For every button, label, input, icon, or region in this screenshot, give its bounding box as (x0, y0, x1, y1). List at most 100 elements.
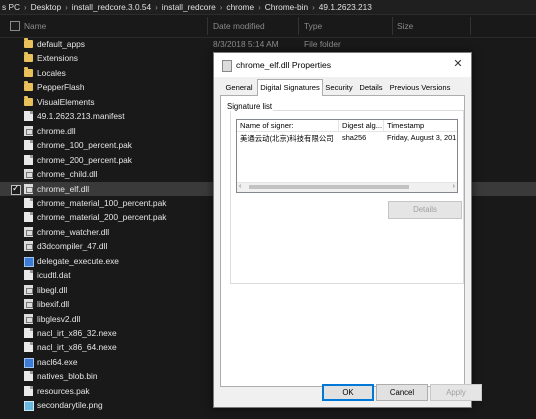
file-name: secondarytile.png (37, 400, 103, 411)
file-name: 49.1.2623.213.manifest (37, 111, 125, 122)
properties-dialog: chrome_elf.dll Properties ✕ General Digi… (213, 52, 482, 408)
file-name: VisualElements (37, 96, 95, 107)
select-all-checkbox[interactable] (10, 21, 20, 31)
breadcrumb-item[interactable]: chrome (224, 2, 256, 12)
file-type: File folder (304, 39, 341, 49)
file-name: libexif.dll (37, 299, 70, 310)
details-button[interactable]: Details (388, 201, 462, 219)
tab-security[interactable]: Security (322, 81, 356, 94)
file-name: default_apps (37, 39, 85, 49)
breadcrumb-item[interactable]: s PC (0, 2, 22, 12)
file-name: libegl.dll (37, 284, 68, 295)
dll-icon (24, 284, 33, 295)
scroll-right-icon[interactable]: › (453, 183, 455, 190)
dialog-title: chrome_elf.dll Properties (236, 60, 332, 70)
breadcrumb-item[interactable]: Desktop (29, 2, 63, 12)
column-timestamp[interactable]: Timestamp (387, 121, 424, 130)
signature-row[interactable]: 美通云动(北京)科技有限公司 sha256 Friday, August 3, … (238, 132, 457, 143)
cancel-button[interactable]: Cancel (376, 384, 428, 401)
file-name: nacl64.exe (37, 356, 78, 367)
dll-file-icon (222, 60, 232, 72)
column-name-of-signer[interactable]: Name of signer: (240, 121, 294, 130)
apply-button[interactable]: Apply (430, 384, 482, 401)
close-icon[interactable]: ✕ (451, 57, 465, 71)
signature-list-label: Signature list (226, 102, 274, 111)
dialog-titlebar[interactable]: chrome_elf.dll Properties ✕ (214, 53, 471, 77)
column-size[interactable]: Size (397, 21, 413, 31)
file-name: chrome_elf.dll (37, 183, 90, 194)
file-name: delegate_execute.exe (37, 255, 119, 266)
exe-icon (24, 357, 34, 368)
column-digest-algorithm[interactable]: Digest alg... (342, 121, 382, 130)
chevron-right-icon[interactable]: › (256, 3, 263, 12)
dll-icon (24, 313, 33, 324)
file-name: PepperFlash (37, 82, 85, 93)
file-name: chrome_100_percent.pak (37, 140, 132, 151)
file-name: chrome_watcher.dll (37, 226, 110, 237)
address-bar[interactable]: s PC › Desktop › install_redcore.3.0.54 › inst… (0, 0, 536, 15)
column-type[interactable]: Type (304, 21, 322, 31)
scroll-left-icon[interactable]: ‹ (239, 183, 241, 190)
column-name[interactable]: Name (24, 21, 46, 31)
file-name: nacl_irt_x86_32.nexe (37, 328, 117, 338)
breadcrumb-item[interactable]: Chrome-bin (263, 2, 310, 12)
chevron-right-icon[interactable]: › (22, 3, 29, 12)
breadcrumb-item[interactable]: 49.1.2623.213 (317, 2, 374, 12)
file-icon (24, 111, 33, 122)
folder-icon (24, 81, 33, 92)
file-name: libglesv2.dll (37, 313, 81, 324)
signature-list[interactable]: Name of signer: Digest alg... Timestamp … (236, 119, 458, 193)
image-icon (24, 401, 34, 412)
file-name: icudtl.dat (37, 270, 71, 281)
signature-list-header: Name of signer: Digest alg... Timestamp (237, 120, 457, 132)
signer-name: 美通云动(北京)科技有限公司 (240, 134, 334, 143)
breadcrumb-item[interactable]: install_redcore (160, 2, 218, 12)
chevron-right-icon[interactable]: › (310, 3, 317, 12)
file-name: natives_blob.bin (37, 371, 98, 382)
scrollbar-thumb[interactable] (249, 185, 409, 189)
chevron-right-icon[interactable]: › (153, 3, 160, 12)
ok-button[interactable]: OK (322, 384, 374, 401)
column-date-modified[interactable]: Date modified (213, 21, 265, 31)
breadcrumb-item[interactable]: install_redcore.3.0.54 (70, 2, 153, 12)
file-name: Extensions (37, 53, 78, 64)
folder-icon (24, 38, 33, 48)
signature-timestamp: Friday, August 3, 201... (387, 133, 457, 142)
tab-details[interactable]: Details (356, 81, 386, 94)
chevron-right-icon[interactable]: › (63, 3, 70, 12)
file-icon (24, 328, 33, 338)
file-icon (24, 140, 33, 151)
row-checkbox[interactable] (11, 183, 21, 195)
dll-icon (24, 169, 33, 180)
tab-previous-versions[interactable]: Previous Versions (387, 81, 453, 94)
file-name: chrome_child.dll (37, 169, 98, 180)
dll-icon (24, 226, 33, 237)
file-icon (24, 154, 33, 165)
tab-digital-signatures[interactable]: Digital Signatures (257, 79, 323, 96)
column-header: Name Date modified Type Size (0, 15, 536, 38)
dll-icon (24, 241, 33, 252)
dll-icon (24, 183, 33, 194)
file-name: chrome_200_percent.pak (37, 154, 132, 165)
folder-icon (24, 95, 33, 106)
file-icon (24, 371, 33, 382)
horizontal-scrollbar[interactable]: ‹ › (237, 182, 457, 192)
digest-algorithm: sha256 (342, 133, 367, 142)
tab-general[interactable]: General (222, 81, 256, 94)
file-name: Locales (37, 67, 66, 78)
chevron-right-icon[interactable]: › (218, 3, 225, 12)
file-name: resources.pak (37, 385, 90, 396)
dll-icon (24, 125, 33, 136)
file-icon (24, 212, 33, 223)
file-icon (24, 385, 33, 396)
exe-icon (24, 256, 34, 267)
folder-icon (24, 66, 33, 77)
file-name: chrome_material_100_percent.pak (37, 197, 167, 208)
file-icon (24, 342, 33, 353)
file-date: 8/3/2018 5:14 AM (213, 39, 279, 49)
file-name: d3dcompiler_47.dll (37, 241, 108, 252)
file-row[interactable]: default_apps 8/3/2018 5:14 AM File folder (0, 37, 536, 51)
file-name: chrome_material_200_percent.pak (37, 212, 167, 223)
dll-icon (24, 299, 33, 310)
file-icon (24, 270, 33, 281)
